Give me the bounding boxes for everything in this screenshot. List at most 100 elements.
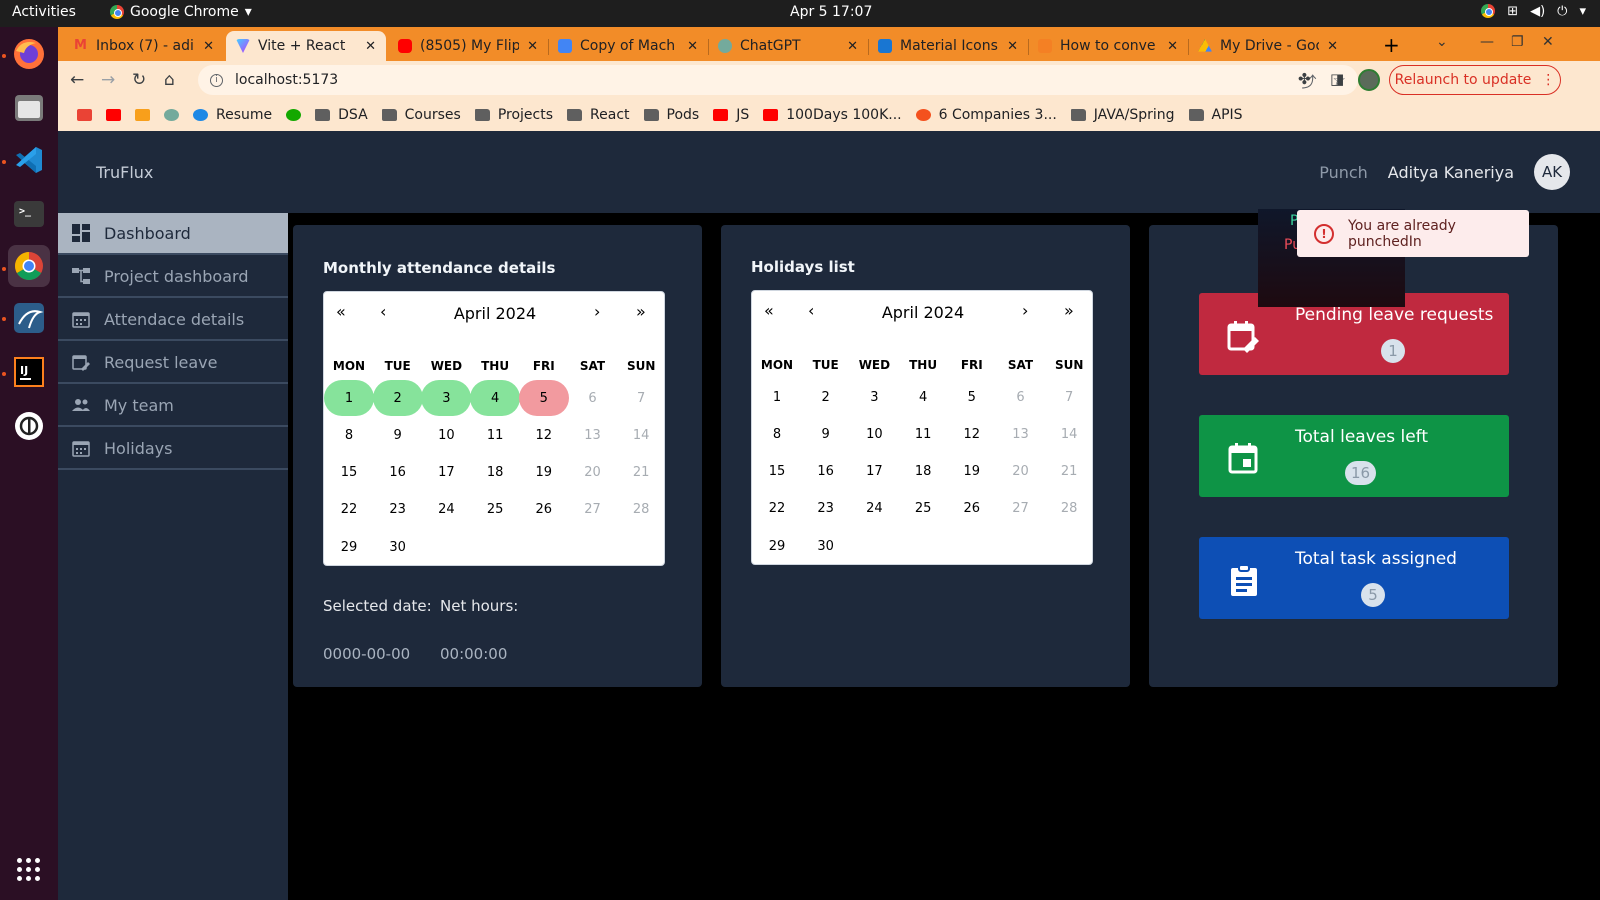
tab-material-icons[interactable]: Material Icons ✕ <box>868 31 1028 61</box>
calendar-day[interactable]: 27 <box>568 492 618 528</box>
calendar-day[interactable]: 22 <box>324 492 374 528</box>
total-leaves-left-stat[interactable]: Total leaves left 16 <box>1199 415 1509 497</box>
close-icon[interactable]: ✕ <box>1327 39 1338 54</box>
calendar-day[interactable]: 8 <box>324 417 374 453</box>
bookmark-item[interactable]: React <box>562 107 634 123</box>
calendar-day[interactable]: 24 <box>421 492 471 528</box>
bookmark-item[interactable] <box>72 109 97 121</box>
bookmark-item[interactable]: Projects <box>470 107 558 123</box>
bookmark-item[interactable]: Courses <box>377 107 466 123</box>
calendar-day[interactable]: 14 <box>616 417 666 453</box>
calendar-day[interactable]: 1 <box>752 379 802 415</box>
power-icon[interactable]: ⏻ <box>1557 4 1567 19</box>
close-icon[interactable]: ✕ <box>687 39 698 54</box>
bookmark-item[interactable]: JS <box>708 107 754 123</box>
calendar-day[interactable]: 21 <box>616 455 666 491</box>
bookmark-item[interactable]: APIS <box>1184 107 1248 123</box>
side-panel-icon[interactable]: ◨ <box>1330 70 1344 88</box>
calendar-day[interactable]: 28 <box>616 492 666 528</box>
firefox-icon[interactable] <box>8 33 50 75</box>
calendar-day[interactable]: 3 <box>849 379 899 415</box>
user-avatar[interactable]: AK <box>1534 154 1570 190</box>
close-icon[interactable]: ✕ <box>1007 39 1018 54</box>
calendar-day[interactable]: 28 <box>1044 491 1094 527</box>
close-icon[interactable]: ✕ <box>203 39 214 54</box>
app-menu[interactable]: Google Chrome ▾ <box>110 4 252 20</box>
calendar-day[interactable]: 9 <box>801 416 851 452</box>
home-icon[interactable]: ⌂ <box>164 70 175 90</box>
close-icon[interactable]: ✕ <box>527 39 538 54</box>
sidebar-item-dashboard[interactable]: Dashboard <box>58 213 288 255</box>
bookmark-item[interactable] <box>101 109 126 121</box>
calendar-day[interactable]: 29 <box>752 528 802 564</box>
tab-youtube[interactable]: (8505) My Flip ✕ <box>388 31 548 61</box>
postman-icon[interactable] <box>8 405 50 447</box>
tab-drive[interactable]: My Drive - Goo ✕ <box>1188 31 1348 61</box>
calendar-day[interactable]: 22 <box>752 491 802 527</box>
calendar-day[interactable]: 19 <box>947 454 997 490</box>
calendar-day[interactable]: 25 <box>898 491 948 527</box>
reload-icon[interactable]: ↻ <box>132 70 146 90</box>
tab-chatgpt[interactable]: ChatGPT ✕ <box>708 31 868 61</box>
calendar-day[interactable]: 10 <box>421 417 471 453</box>
bookmark-item[interactable]: Resume <box>188 107 277 123</box>
calendar-day[interactable]: 26 <box>947 491 997 527</box>
mysql-workbench-icon[interactable] <box>8 297 50 339</box>
back-icon[interactable]: ← <box>70 70 84 90</box>
terminal-icon[interactable]: >_ <box>8 193 50 235</box>
calendar-day[interactable]: 11 <box>898 416 948 452</box>
sidebar-item-holidays[interactable]: Holidays <box>58 428 288 470</box>
calendar-day[interactable]: 11 <box>470 417 520 453</box>
calendar-day[interactable]: 7 <box>1044 379 1094 415</box>
chevron-down-icon[interactable]: ▾ <box>1579 4 1586 19</box>
close-icon[interactable]: ✕ <box>365 39 376 54</box>
total-task-assigned-stat[interactable]: Total task assigned 5 <box>1199 537 1509 619</box>
calendar-day[interactable]: 20 <box>568 455 618 491</box>
volume-icon[interactable]: ◀) <box>1530 4 1545 19</box>
sidebar-item-my-team[interactable]: My team <box>58 385 288 427</box>
brand-logo[interactable]: TruFlux <box>96 163 153 182</box>
calendar-day[interactable]: 3 <box>421 380 472 416</box>
calendar-day[interactable]: 15 <box>324 455 374 491</box>
site-info-icon[interactable]: i <box>210 73 223 87</box>
show-apps-icon[interactable] <box>17 858 41 882</box>
bookmark-item[interactable] <box>159 109 184 121</box>
calendar-day[interactable]: 30 <box>801 528 851 564</box>
activities-button[interactable]: Activities <box>12 4 76 20</box>
calendar-day[interactable]: 12 <box>519 417 569 453</box>
chrome-dock-icon[interactable] <box>8 245 50 287</box>
calendar-day[interactable]: 19 <box>519 455 569 491</box>
close-icon[interactable]: ✕ <box>847 39 858 54</box>
calendar-day[interactable]: 13 <box>568 417 618 453</box>
calendar-day[interactable]: 26 <box>519 492 569 528</box>
calendar-day[interactable]: 6 <box>568 380 618 416</box>
calendar-day[interactable]: 30 <box>373 529 423 565</box>
bookmark-item[interactable]: 6 Companies 3... <box>911 107 1062 123</box>
calendar-day[interactable]: 25 <box>470 492 520 528</box>
relaunch-button[interactable]: Relaunch to update ⋮ <box>1389 65 1561 95</box>
calendar-day[interactable]: 7 <box>616 380 666 416</box>
calendar-month-label[interactable]: April 2024 <box>752 303 1094 322</box>
bookmark-item[interactable]: 100Days 100K... <box>758 107 906 123</box>
sidebar-item-project-dashboard[interactable]: Project dashboard <box>58 256 288 298</box>
calendar-day[interactable]: 23 <box>801 491 851 527</box>
vscode-icon[interactable] <box>8 139 50 181</box>
calendar-day[interactable]: 9 <box>373 417 423 453</box>
calendar-day[interactable]: 17 <box>849 454 899 490</box>
files-icon[interactable] <box>8 87 50 129</box>
address-bar[interactable]: i localhost:5173 ⤴ ☆ <box>198 65 1358 95</box>
calendar-month-label[interactable]: April 2024 <box>324 304 666 323</box>
calendar-day[interactable]: 13 <box>996 416 1046 452</box>
close-icon[interactable]: ✕ <box>1167 39 1178 54</box>
minimize-icon[interactable]: — <box>1480 34 1494 50</box>
sidebar-item-request-leave[interactable]: Request leave <box>58 342 288 384</box>
forward-icon[interactable]: → <box>101 70 115 90</box>
sidebar-item-attendance[interactable]: Attendace details <box>58 299 288 341</box>
intellij-icon[interactable]: IJ <box>8 351 50 393</box>
calendar-day[interactable]: 27 <box>996 491 1046 527</box>
close-window-icon[interactable]: ✕ <box>1542 34 1554 50</box>
calendar-day[interactable]: 6 <box>996 379 1046 415</box>
calendar-day[interactable]: 5 <box>518 380 569 416</box>
new-tab-button[interactable]: + <box>1383 33 1400 57</box>
calendar-day[interactable]: 29 <box>324 529 374 565</box>
